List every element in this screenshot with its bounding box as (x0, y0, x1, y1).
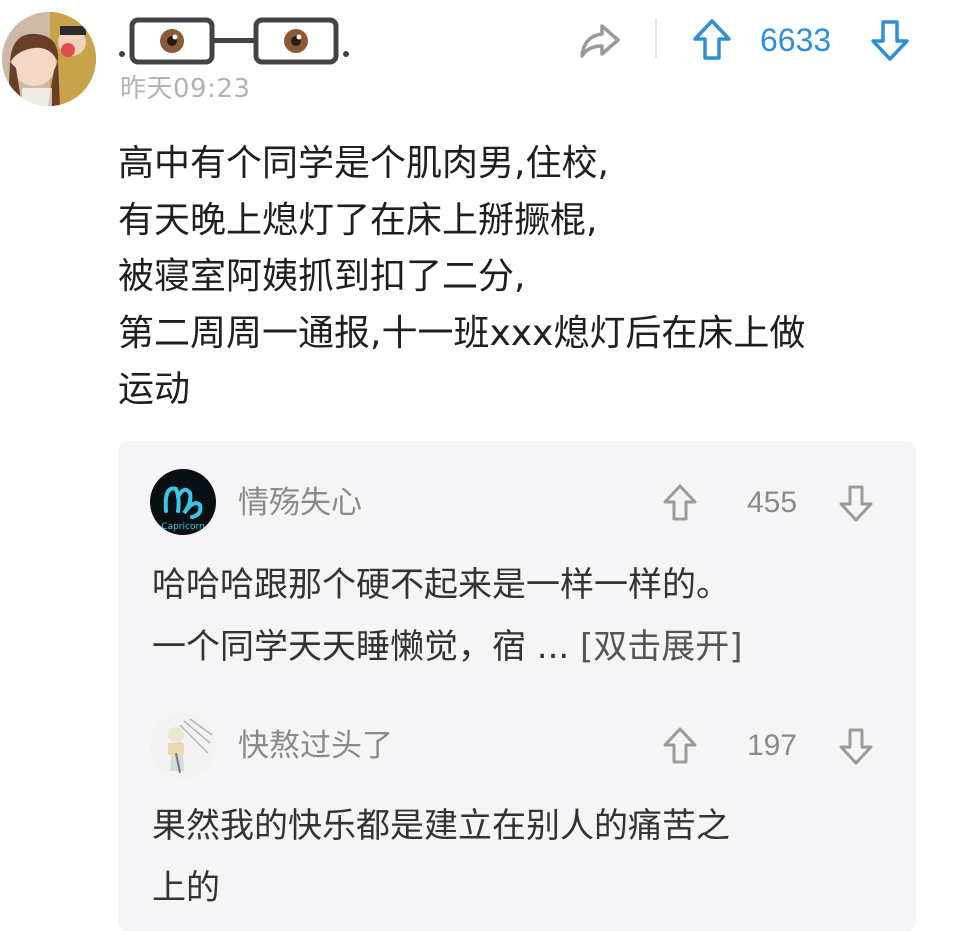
post-header: 昨天09:23 6633 (0, 0, 960, 110)
post-line: 运动 (118, 369, 191, 410)
comment-line: 哈哈哈跟那个硬不起来是一样一样的。 (152, 565, 730, 605)
eyes-username-icon (119, 17, 349, 65)
post-content[interactable]: 高中有个同学是个肌肉男,住校, 有天晚上熄灯了在床上掰撅棍, 被寝室阿姨抓到扣了… (118, 136, 918, 419)
comment-upvote-button[interactable] (662, 726, 698, 766)
arrow-down-icon (871, 20, 909, 61)
comment-author[interactable]: 快熬过头了 (238, 726, 393, 766)
comment-line-text: 一个同学天天睡懒觉，宿 ... (152, 627, 581, 667)
post-vote-count: 6633 (760, 22, 832, 58)
comment-line: 一个同学天天睡懒觉，宿 ... [双击展开] (152, 616, 892, 678)
comment-vote-count: 197 (746, 729, 798, 762)
header-divider (655, 18, 657, 58)
comment-text[interactable]: 果然我的快乐都是建立在别人的痛苦之 上的 (152, 795, 892, 919)
comment-author[interactable]: 情殇失心 (238, 483, 362, 523)
user-avatar[interactable] (2, 12, 96, 106)
avatar-text: Capricorn (161, 522, 204, 532)
post-line: 有天晚上熄灯了在床上掰撅棍, (118, 199, 598, 241)
arrow-up-icon (693, 19, 731, 60)
hot-comments-panel: Capricorn 情殇失心 455 哈哈哈跟那个硬不起来是一样一样的。 一个同… (118, 441, 916, 931)
comment-text[interactable]: 哈哈哈跟那个硬不起来是一样一样的。 一个同学天天睡懒觉，宿 ... [双击展开] (152, 554, 892, 678)
share-button[interactable] (578, 20, 622, 60)
post-line: 第二周周一通报,十一班xxx熄灯后在床上做 (118, 312, 806, 354)
expand-link[interactable]: [双击展开] (580, 627, 743, 667)
comment-downvote-button[interactable] (838, 726, 874, 766)
comment-line: 上的 (152, 868, 220, 908)
arrow-up-icon (663, 727, 697, 764)
username-emoji[interactable] (118, 14, 350, 68)
post-line: 被寝室阿姨抓到扣了二分, (118, 256, 526, 297)
post-line: 高中有个同学是个肌肉男,住校, (118, 143, 609, 184)
arrow-down-icon (839, 485, 873, 522)
comment-avatar[interactable] (150, 713, 216, 779)
upvote-button[interactable] (692, 18, 732, 62)
comment-upvote-button[interactable] (662, 483, 698, 523)
arrow-down-icon (839, 728, 873, 765)
comment-avatar[interactable]: Capricorn (150, 469, 216, 535)
comment-vote-count: 455 (746, 486, 798, 519)
comment-line: 果然我的快乐都是建立在别人的痛苦之 (152, 806, 730, 846)
post-timestamp: 昨天09:23 (120, 74, 251, 104)
comment-downvote-button[interactable] (838, 483, 874, 523)
arrow-up-icon (663, 484, 697, 521)
share-icon (580, 24, 620, 58)
downvote-button[interactable] (870, 18, 910, 62)
